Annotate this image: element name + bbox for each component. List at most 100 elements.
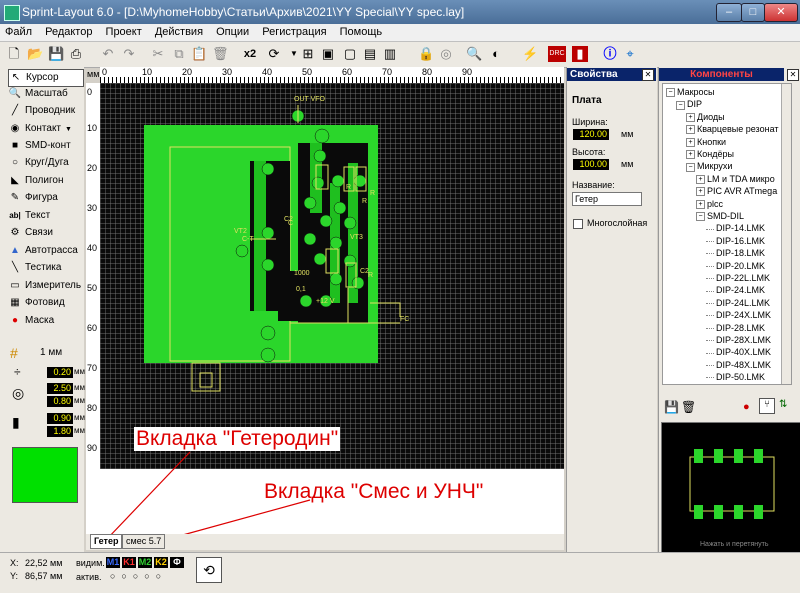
properties-icon[interactable]: ▥ [382,46,398,62]
tool-links[interactable]: ⚙ Связи [8,225,82,241]
ungroup-icon[interactable]: ▢ [342,46,358,62]
tool-photo[interactable]: ▦ Фотовид [8,295,82,311]
tool-mask[interactable]: ● Маска [8,313,82,329]
mirror-button[interactable]: x2 [240,46,260,62]
delete-icon[interactable]: 🗑 [681,400,696,414]
component-tree[interactable]: − Макросы − DIP + Диоды + Кварцевые резонат + Кно… [662,83,792,385]
hide-icon[interactable]: ◎ [438,46,454,62]
cut-icon[interactable]: ✂ [150,46,166,62]
multilayer-checkbox[interactable] [573,219,583,229]
menu-options[interactable]: Опции [211,24,254,38]
save-icon[interactable]: 💾 [48,46,64,62]
menu-project[interactable]: Проект [101,24,147,38]
tree-item[interactable]: DIP-50.LMK [706,372,765,383]
tree-item[interactable]: DIP-16.LMK [706,236,765,247]
layer-m1[interactable]: M1 [106,557,120,568]
redo-icon[interactable]: ↷ [121,46,137,62]
tree-item[interactable]: DIP-40X.LMK [706,347,771,358]
expand-icon[interactable]: + [696,174,705,184]
menu-help[interactable]: Помощь [335,24,388,38]
open-icon[interactable]: 📂 [27,46,43,62]
tool-text[interactable]: ab| Текст [8,208,82,224]
maximize-button[interactable]: □ [741,3,765,22]
tool-autoroute[interactable]: ▲ Автотрасса [8,243,82,259]
board-width-input[interactable]: 120.00 [573,129,609,140]
tree-item[interactable]: DIP-28.LMK [706,323,765,334]
copy-icon[interactable]: ⧉ [171,46,187,62]
drc-icon[interactable]: DRC [548,46,566,62]
tool-zoom[interactable]: 🔍 Масштаб [8,86,82,102]
tree-item[interactable]: DIP-14.LMK [706,223,765,234]
pcb-canvas[interactable]: OUT VFO C-T R R C R VT3 C2 VT2 C2 1000 0… [100,83,564,469]
tree-item[interactable]: DIP-24.LMK [706,285,765,296]
menu-actions[interactable]: Действия [150,24,208,38]
tree-item[interactable]: + Кондёры [686,149,734,160]
layer-k2[interactable]: K2 [154,557,168,568]
tree-item[interactable]: DIP-22L.LMK [706,273,770,284]
layer-icon[interactable]: ▤ [362,46,378,62]
expand-icon[interactable]: + [696,199,705,209]
properties-close-icon[interactable]: ✕ [642,69,654,81]
tool-test[interactable]: ╲ Тестика [8,260,82,276]
tab-geter[interactable]: Гетер [90,534,123,549]
tree-item[interactable]: DIP-48X.LMK [706,360,771,371]
tree-item[interactable]: DIP-28X.LMK [706,335,771,346]
autoroute-icon[interactable]: ⚡ [522,46,538,62]
align-icon[interactable]: ⊞ [300,46,316,62]
tree-scrollbar[interactable] [781,84,791,384]
info-icon[interactable]: ⓘ [602,46,618,62]
expand-icon[interactable]: + [696,187,705,197]
collapse-icon[interactable]: − [686,162,695,172]
expand-icon[interactable]: + [686,125,695,135]
tree-item[interactable]: DIP-24L.LMK [706,298,770,309]
contrast-icon[interactable]: ◐ [488,46,504,62]
expand-icon[interactable]: + [686,112,695,122]
board-name-input[interactable]: Гетер [572,192,642,206]
snap-icon[interactable]: ⌖ [622,46,638,62]
tree-item[interactable]: + Кварцевые резонат [686,124,779,135]
delete-icon[interactable]: 🗑 [212,46,229,62]
pad-outer-value[interactable]: 2.50 [47,383,73,394]
close-button[interactable]: ✕ [764,3,798,22]
collapse-icon[interactable]: − [666,88,675,98]
new-icon[interactable]: 🗋 [6,46,22,62]
tool-smd[interactable]: ■ SMD-конт [8,138,82,154]
paste-icon[interactable]: 📋 [191,46,207,62]
undo-icon[interactable]: ↶ [100,46,116,62]
component-preview[interactable]: Нажать и перетянуть [661,422,800,554]
tool-measure[interactable]: ▭ Измеритель [8,278,82,294]
collapse-icon[interactable]: − [696,212,705,222]
menu-file[interactable]: Файл [0,24,37,38]
tool-polygon[interactable]: ◣ Полигон [8,173,82,189]
layer-f[interactable]: Ф [170,557,184,568]
tree-item[interactable]: + PIC AVR ATmega [696,186,777,197]
group-icon[interactable]: ▣ [320,46,336,62]
zoom-icon[interactable]: 🔍 [466,46,482,62]
tree-item[interactable]: − SMD-DIL [696,211,744,222]
print-icon[interactable]: ⎙ [68,46,84,62]
smd-width-value[interactable]: 0.90 [47,413,73,424]
tree-item[interactable]: − Микрухи [686,161,732,172]
track-width-value[interactable]: 0.20 [47,367,73,378]
tab-smes[interactable]: смес 5.7 [122,534,166,549]
menu-register[interactable]: Регистрация [257,24,331,38]
tree-item[interactable]: + Кнопки [686,137,726,148]
filter-icon[interactable]: ⑂ [759,398,775,414]
tree-item[interactable]: − DIP [676,99,702,110]
save-icon[interactable]: 💾 [664,400,679,414]
swap-icon[interactable]: ⇅ [779,399,787,410]
expand-icon[interactable]: + [686,137,695,147]
lock-icon[interactable]: 🔒 [418,46,434,62]
tree-item[interactable]: − Макросы [666,87,715,98]
tree-item[interactable]: + plcc [696,199,723,210]
connection-icon[interactable]: ⟲ [196,557,222,583]
tree-item[interactable]: + LM и TDA микро [696,174,775,185]
tree-item[interactable]: DIP-24X.LMK [706,310,771,321]
collapse-icon[interactable]: − [676,100,685,110]
tool-circle[interactable]: ○ Круг/Дуга [8,155,82,171]
layer-color-swatch[interactable] [12,447,78,503]
minimize-button[interactable]: – [716,3,742,22]
tool-track[interactable]: ╱ Проводник [8,103,82,119]
components-close-icon[interactable]: ✕ [787,69,799,81]
layer-k1[interactable]: K1 [122,557,136,568]
